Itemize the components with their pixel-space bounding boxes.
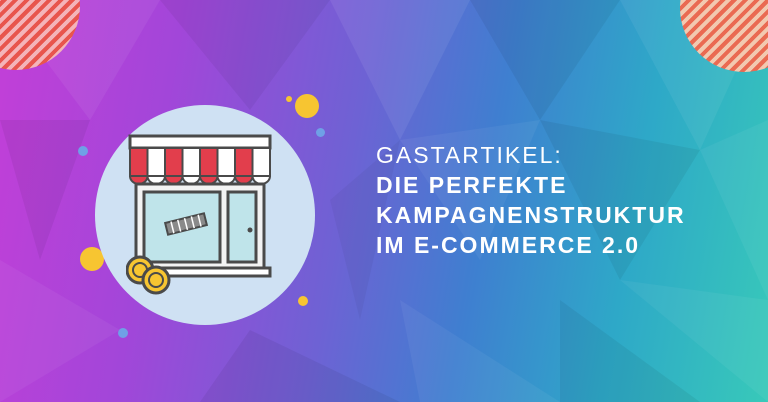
- storefront-icon: [128, 134, 272, 278]
- decorative-dot: [316, 128, 325, 137]
- headline-line: IM E-COMMERCE 2.0: [376, 232, 641, 258]
- decorative-dot: [298, 296, 308, 306]
- decorative-dot: [295, 94, 319, 118]
- coin-icon: [126, 255, 171, 295]
- headline: GASTARTIKEL: DIE PERFEKTE KAMPAGNENSTRUK…: [376, 140, 686, 260]
- headline-kicker: GASTARTIKEL:: [376, 142, 563, 168]
- headline-line: DIE PERFEKTE: [376, 172, 568, 198]
- decorative-dot: [118, 328, 128, 338]
- headline-line: KAMPAGNENSTRUKTUR: [376, 202, 686, 228]
- blog-header-banner: GASTARTIKEL: DIE PERFEKTE KAMPAGNENSTRUK…: [0, 0, 768, 402]
- decorative-dot: [286, 96, 292, 102]
